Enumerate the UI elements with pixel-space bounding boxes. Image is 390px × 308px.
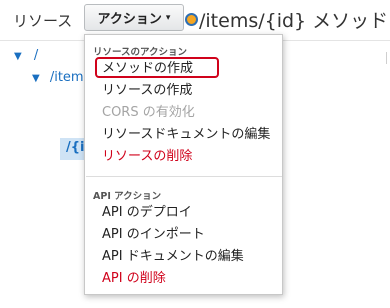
- enable-cors-item: CORS の有効化: [102, 105, 195, 120]
- create-method-item[interactable]: メソッドの作成: [86, 57, 282, 80]
- resource-actions-header: リソースのアクション: [93, 47, 188, 58]
- import-api-item[interactable]: API のインポート: [86, 224, 282, 246]
- resources-label: リソース: [13, 12, 73, 30]
- create-resource-item[interactable]: リソースの作成: [86, 80, 282, 102]
- resource-tree: ▼ / ▼ /items /{id}: [0, 44, 103, 308]
- expand-arrow-icon[interactable]: ▼: [14, 51, 22, 62]
- api-actions-header: API アクション: [93, 191, 162, 202]
- tree-item-root[interactable]: ▼ /: [14, 48, 38, 63]
- edit-api-docs-item[interactable]: API ドキュメントの編集: [86, 246, 282, 268]
- delete-resource-item[interactable]: リソースの削除: [86, 146, 282, 168]
- menu-separator: [86, 176, 282, 177]
- actions-menu: リソースのアクション メソッドの作成 リソースの作成 CORS の有効化 リソー…: [84, 34, 283, 295]
- status-dot-icon: [185, 13, 198, 26]
- actions-button-label: アクション: [97, 12, 162, 27]
- delete-api-item[interactable]: API の削除: [86, 268, 282, 290]
- actions-dropdown-button[interactable]: アクション ▾: [84, 4, 184, 31]
- edit-resource-docs-item[interactable]: リソースドキュメントの編集: [86, 124, 282, 146]
- page-title: /items/{id} メソッド: [199, 10, 389, 32]
- tree-root-label: /: [33, 48, 39, 63]
- expand-arrow-icon[interactable]: ▼: [32, 73, 40, 84]
- deploy-api-item[interactable]: API のデプロイ: [86, 202, 282, 224]
- panel-edge: [386, 52, 387, 64]
- caret-down-icon: ▾: [165, 12, 171, 23]
- tree-item-items[interactable]: ▼ /items: [32, 70, 90, 85]
